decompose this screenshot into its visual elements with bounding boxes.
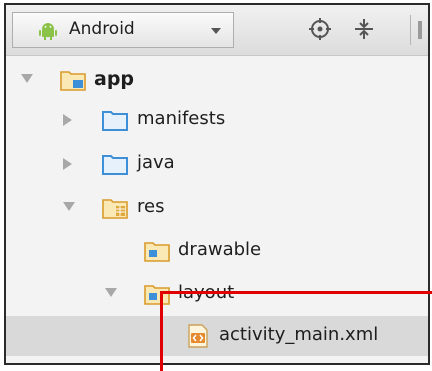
tree-item-drawable[interactable]: drawable <box>6 231 428 271</box>
folder-icon <box>102 155 128 175</box>
layout-xml-file-icon <box>188 324 208 348</box>
tree-item-label: java <box>137 152 175 173</box>
highlight-line-vertical <box>160 291 163 371</box>
folder-icon <box>102 111 128 131</box>
resource-folder-icon <box>144 242 170 262</box>
expand-arrow-icon[interactable] <box>63 158 72 170</box>
expand-arrow-icon[interactable] <box>105 288 117 297</box>
collapse-icon[interactable] <box>352 17 376 41</box>
project-panel: Android app manifests java res drawable … <box>4 3 430 365</box>
chevron-down-icon <box>211 28 221 34</box>
expand-arrow-icon[interactable] <box>63 114 72 126</box>
tree-item-java[interactable]: java <box>6 144 428 184</box>
project-toolbar: Android <box>6 5 428 56</box>
resource-folder-icon <box>144 285 170 305</box>
tree-item-label: res <box>137 196 165 217</box>
highlight-line-horizontal <box>160 291 432 294</box>
tree-item-layout[interactable]: layout <box>6 274 428 314</box>
toolbar-separator <box>410 15 411 45</box>
expand-arrow-icon[interactable] <box>63 202 75 211</box>
expand-arrow-icon[interactable] <box>21 74 33 83</box>
tree-item-app[interactable]: app <box>6 60 428 100</box>
android-icon <box>39 23 57 40</box>
tree-item-res[interactable]: res <box>6 188 428 228</box>
crosshair-icon[interactable] <box>308 17 332 41</box>
tree-item-label: drawable <box>178 239 262 260</box>
tree-item-label: manifests <box>137 108 226 129</box>
tree-item-activity-main[interactable]: activity_main.xml <box>6 316 428 356</box>
tree-item-label: activity_main.xml <box>219 324 379 345</box>
tree-item-label: app <box>94 68 135 90</box>
project-view-dropdown[interactable]: Android <box>12 12 234 48</box>
project-view-label: Android <box>69 19 135 39</box>
app-module-folder-icon <box>60 71 86 91</box>
resource-folder-icon <box>102 199 128 219</box>
tree-item-manifests[interactable]: manifests <box>6 100 428 140</box>
overflow-handle[interactable] <box>418 21 422 39</box>
